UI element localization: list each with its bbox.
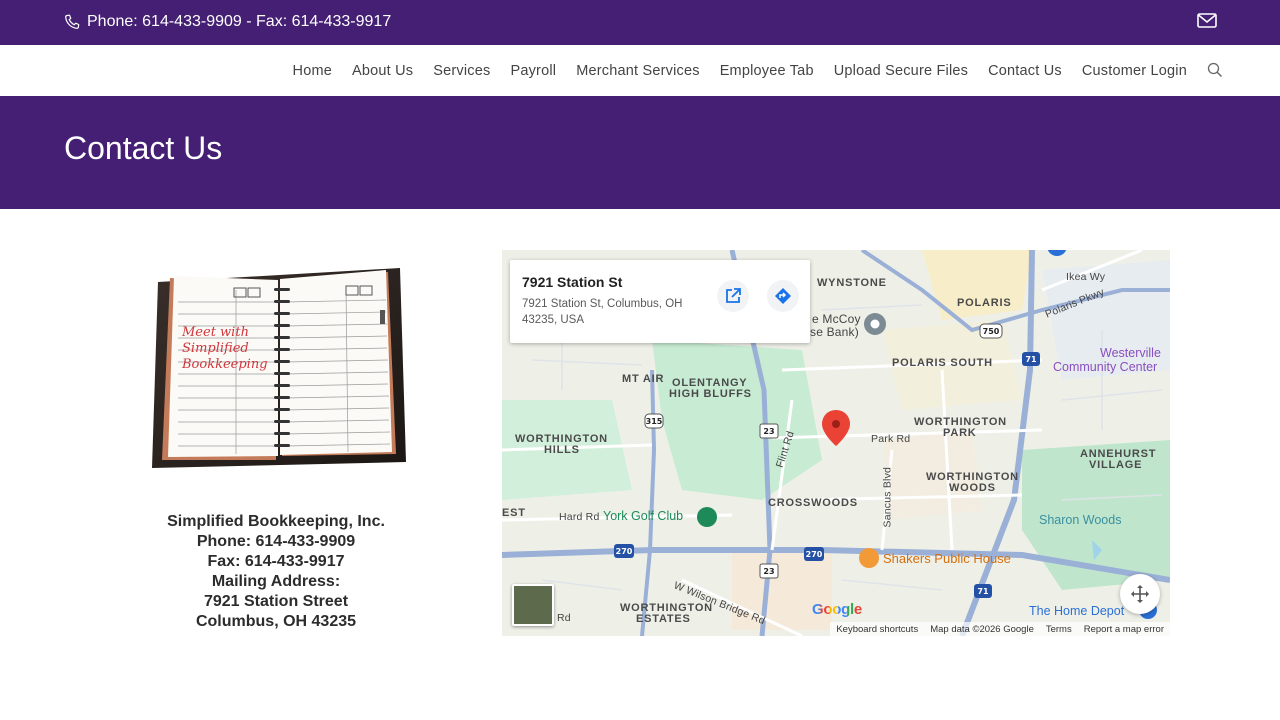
map-poi-sharon-woods[interactable]: Sharon Woods bbox=[1039, 514, 1121, 527]
search-icon[interactable] bbox=[1207, 62, 1223, 78]
map-label-high-bluffs: HIGH BLUFFS bbox=[669, 388, 752, 400]
planner-text-line-1: Meet with bbox=[181, 325, 249, 340]
top-phone-fax-text: Phone: 614-433-9909 - Fax: 614-433-9917 bbox=[87, 13, 392, 30]
fullscreen-button[interactable] bbox=[1120, 574, 1160, 614]
shield-23-south: 23 bbox=[763, 567, 774, 576]
report-map-error-link[interactable]: Report a map error bbox=[1084, 624, 1164, 635]
contact-details: Simplified Bookkeeping, Inc. Phone: 614-… bbox=[116, 512, 436, 632]
map-label-park-rd: Park Rd bbox=[871, 433, 911, 445]
map-label-mccoy-2: se Bank) bbox=[810, 325, 859, 339]
map-poi-westerville-1[interactable]: Westerville bbox=[1100, 347, 1161, 360]
nav-item-services[interactable]: Services bbox=[433, 63, 490, 79]
map-label-worthington-estates-2: ESTATES bbox=[636, 613, 691, 625]
nav-item-about-us[interactable]: About Us bbox=[352, 63, 413, 79]
map-label-annehurst-2: VILLAGE bbox=[1089, 459, 1143, 471]
planner-text-line-3: Bookkeeping bbox=[181, 357, 268, 372]
shield-23-north: 23 bbox=[763, 427, 774, 436]
nav-item-payroll[interactable]: Payroll bbox=[510, 63, 556, 79]
main-navigation: Home About Us Services Payroll Merchant … bbox=[0, 45, 1280, 96]
google-map-embed[interactable]: 315 23 270 270 23 71 71 750 WYNSTONE POL… bbox=[502, 250, 1170, 636]
map-label-worthington-park-2: PARK bbox=[943, 427, 977, 439]
shield-270-west: 270 bbox=[616, 547, 633, 556]
company-name: Simplified Bookkeeping, Inc. bbox=[167, 513, 385, 530]
map-label-est: EST bbox=[502, 507, 526, 519]
map-label-polaris-south: POLARIS SOUTH bbox=[892, 357, 993, 369]
shield-750: 750 bbox=[983, 327, 1000, 336]
shield-315: 315 bbox=[646, 417, 663, 426]
terms-link[interactable]: Terms bbox=[1046, 624, 1072, 635]
mailing-address-label: Mailing Address: bbox=[211, 573, 341, 590]
nav-item-upload-secure-files[interactable]: Upload Secure Files bbox=[834, 63, 968, 79]
place-card-address: 7921 Station St, Columbus, OH 43235, USA bbox=[522, 298, 683, 326]
map-data-attribution: Map data ©2026 Google bbox=[930, 623, 1034, 635]
map-label-crosswoods: CROSSWOODS bbox=[768, 497, 858, 509]
top-contact-bar: Phone: 614-433-9909 - Fax: 614-433-9917 bbox=[0, 0, 1280, 45]
map-label-worthington-woods-2: WOODS bbox=[949, 482, 996, 494]
google-logo-text: Google bbox=[812, 601, 862, 618]
planner-text-line-2: Simplified bbox=[182, 341, 249, 356]
map-label-mccoy-1: e McCoy bbox=[812, 312, 861, 326]
google-logo: Google bbox=[812, 601, 862, 618]
page-title-band: Contact Us bbox=[0, 96, 1280, 209]
map-label-rd: Rd bbox=[557, 612, 571, 624]
map-label-wynstone: WYNSTONE bbox=[817, 277, 887, 289]
nav-item-home[interactable]: Home bbox=[293, 63, 332, 79]
fullscreen-icon bbox=[1131, 585, 1149, 603]
map-poi-shakers-public-house[interactable]: Shakers Public House bbox=[883, 552, 1011, 565]
envelope-icon[interactable] bbox=[1197, 12, 1217, 30]
contact-phone: Phone: 614-433-9909 bbox=[196, 533, 356, 550]
map-label-ikea-wy: Ikea Wy bbox=[1066, 271, 1106, 283]
nav-item-employee-tab[interactable]: Employee Tab bbox=[720, 63, 814, 79]
nav-item-customer-login[interactable]: Customer Login bbox=[1082, 63, 1187, 79]
directions-button[interactable] bbox=[767, 280, 799, 312]
shield-71-north: 71 bbox=[1025, 355, 1037, 364]
map-label-polaris: POLARIS bbox=[957, 297, 1012, 309]
place-card-title: 7921 Station St bbox=[522, 274, 623, 290]
keyboard-shortcuts-link[interactable]: Keyboard shortcuts bbox=[836, 624, 918, 635]
map-place-card: 7921 Station St 7921 Station St, Columbu… bbox=[510, 260, 810, 343]
satellite-toggle-thumbnail[interactable] bbox=[512, 584, 554, 626]
open-in-maps-button[interactable] bbox=[717, 280, 749, 312]
map-label-mt-air: MT AIR bbox=[622, 373, 665, 385]
map-label-sancus-blvd: Sancus Blvd bbox=[881, 466, 894, 528]
page-title: Contact Us bbox=[64, 130, 223, 166]
map-label-worthington-hills-2: HILLS bbox=[544, 444, 580, 456]
map-poi-york-golf-club[interactable]: York Golf Club bbox=[603, 510, 683, 523]
contact-fax: Fax: 614-433-9917 bbox=[207, 553, 345, 570]
shield-71-south: 71 bbox=[977, 587, 989, 596]
nav-item-merchant-services[interactable]: Merchant Services bbox=[576, 63, 699, 79]
mailing-city: Columbus, OH 43235 bbox=[195, 613, 357, 630]
mailing-street: 7921 Station Street bbox=[203, 593, 349, 610]
nav-menu: Home About Us Services Payroll Merchant … bbox=[293, 45, 1187, 96]
phone-icon bbox=[65, 14, 80, 29]
top-contact-info: Phone: 614-433-9909 - Fax: 614-433-9917 bbox=[64, 12, 391, 32]
nav-item-contact-us[interactable]: Contact Us bbox=[988, 63, 1062, 79]
map-label-hard-rd: Hard Rd bbox=[559, 511, 600, 523]
shield-270-east: 270 bbox=[806, 550, 823, 559]
external-link-icon bbox=[726, 288, 741, 303]
planner-book-image: Meet with Simplified Bookkeeping bbox=[152, 268, 406, 468]
map-poi-home-depot[interactable]: The Home Depot bbox=[1029, 605, 1124, 618]
map-poi-westerville-2[interactable]: Community Center bbox=[1053, 361, 1157, 374]
map-attribution-bar: Keyboard shortcuts Map data ©2026 Google… bbox=[830, 622, 1170, 636]
directions-icon bbox=[775, 288, 791, 304]
